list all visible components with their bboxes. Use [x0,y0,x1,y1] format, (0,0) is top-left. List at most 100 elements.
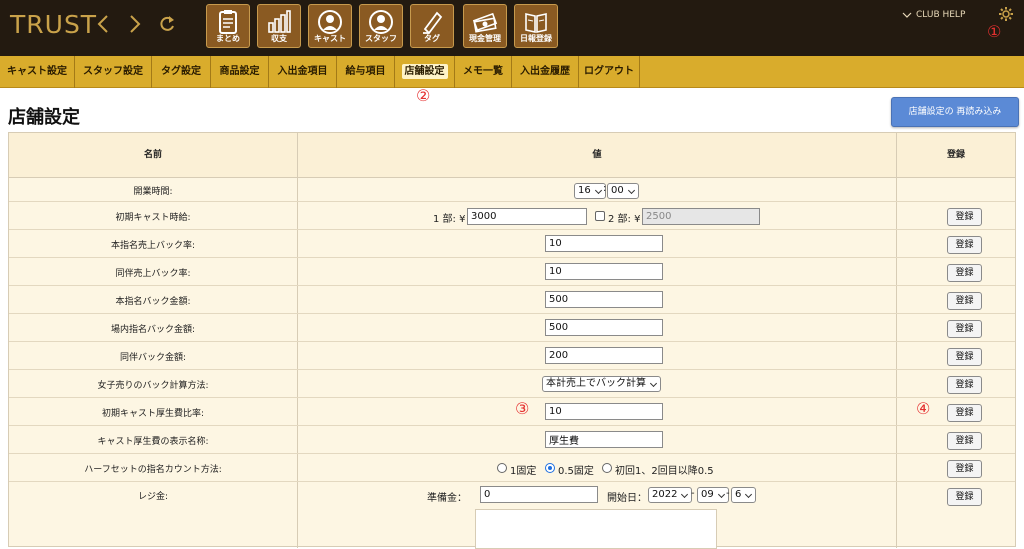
balance-label: 収支 [271,34,287,43]
register-button[interactable]: 登録 [947,348,982,366]
time-separator: : [603,183,607,194]
start-month-select[interactable]: 09 [697,487,729,503]
radio-first1-then-0-5[interactable] [602,463,612,473]
register-button[interactable]: 登録 [947,264,982,282]
part2-wage-input[interactable] [642,208,760,225]
table-row: 初期キャスト厚生費比率: 登録 [9,399,1015,426]
tab-salary-items[interactable]: 給与項目 [337,56,395,88]
pen-icon [411,9,453,35]
start-day-select[interactable]: 6 [731,487,757,503]
cash-management-label: 現金管理 [469,34,501,43]
summary-label: まとめ [216,34,240,43]
part1-wage-input[interactable] [467,208,587,225]
register-button[interactable]: 登録 [947,460,982,478]
staff-label: スタッフ [365,34,397,43]
register-button[interactable]: 登録 [947,208,982,226]
person-icon [309,9,351,35]
accompany-sales-back-rate-input[interactable] [545,263,663,280]
table-header: 名前 値 登録 [9,133,1015,178]
money-icon [464,9,506,35]
opening-minute-select[interactable]: 00 [607,183,639,199]
register-cash-note-area[interactable] [475,509,717,549]
radio-label: 0.5固定 [558,466,594,477]
register-button[interactable]: 登録 [947,236,982,254]
row-label: ハーフセットの指名カウント方法: [84,465,222,475]
opening-hour-select[interactable]: 16 [574,183,606,199]
table-row: 場内指名バック金額: 登録 [9,315,1015,342]
register-button[interactable]: 登録 [947,404,982,422]
part2-enable-checkbox[interactable] [595,211,605,221]
register-button[interactable]: 登録 [947,432,982,450]
table-row: 同伴バック金額: 登録 [9,343,1015,370]
table-row: 初期キャスト時給: 1 部: ¥ 2 部: ¥ 登録 [9,203,1015,230]
radio-label: 1固定 [510,466,537,477]
tab-cast-settings[interactable]: キャスト設定 [0,56,75,88]
header-register: 登録 [946,150,965,160]
daily-report-button[interactable]: 日報登録 [514,4,558,48]
balance-button[interactable]: 収支 [257,4,301,48]
header-value: 値 [592,150,602,160]
person-icon [360,9,402,35]
tab-cashflow-items[interactable]: 入出金項目 [269,56,337,88]
chevron-down-icon [902,12,912,18]
table-row: 女子売りのバック計算方法: 本計売上でバック計算 登録 [9,371,1015,398]
annotation-1: ① [987,22,1002,41]
start-year-select[interactable]: 2022 [648,487,693,503]
cast-button[interactable]: キャスト [308,4,352,48]
table-row: 本指名売上バック率: 登録 [9,231,1015,258]
tab-staff-settings[interactable]: スタッフ設定 [75,56,152,88]
row-label: 女子売りのバック計算方法: [97,381,209,391]
tab-logout[interactable]: ログアウト [579,56,640,88]
accompany-back-amount-input[interactable] [545,347,663,364]
tab-tag-settings[interactable]: タグ設定 [152,56,211,88]
row-label: 本指名売上バック率: [110,241,196,251]
annotation-4: ④ [916,399,931,418]
designation-sales-back-rate-input[interactable] [545,235,663,252]
staff-button[interactable]: スタッフ [359,4,403,48]
row-label: 本指名バック金額: [115,297,191,307]
row-label: 初期キャスト厚生費比率: [101,409,205,419]
row-label: 場内指名バック金額: [110,325,196,335]
forward-arrow-icon[interactable] [128,12,142,36]
header-name: 名前 [143,150,162,160]
radio-fixed-1[interactable] [497,463,507,473]
row-value: 16 : 00 [298,179,896,202]
app-logo: TRUST [10,10,98,39]
refresh-icon[interactable] [158,14,176,34]
tag-label: タグ [424,34,440,43]
table-row: 開業時間: 16 : 00 [9,179,1015,202]
date-separator: - [691,488,695,499]
tab-product-settings[interactable]: 商品設定 [211,56,269,88]
initial-cast-welfare-rate-input[interactable] [545,403,663,420]
annotation-3: ③ [515,399,530,418]
cash-management-button[interactable]: 現金管理 [463,4,507,48]
radio-label: 初回1、2回目以降0.5 [615,466,714,477]
row-label: レジ金: [137,492,169,502]
settings-table: 名前 値 登録 開業時間: 16 : 00 初期キャスト時給: 1 部: ¥ 2… [8,132,1016,548]
register-button[interactable]: 登録 [947,488,982,506]
reload-store-settings-button[interactable]: 店舗設定の 再読み込み [891,97,1019,127]
back-arrow-icon[interactable] [96,12,110,36]
tag-button[interactable]: タグ [410,4,454,48]
register-button[interactable]: 登録 [947,376,982,394]
cast-welfare-display-name-input[interactable] [545,431,663,448]
tab-store-settings[interactable]: 店舗設定 [395,56,455,88]
reserve-amount-input[interactable] [480,486,598,503]
book-icon [515,9,557,35]
club-help-label: CLUB HELP [916,10,966,20]
register-button[interactable]: 登録 [947,292,982,310]
tab-memo-list[interactable]: メモ一覧 [455,56,512,88]
row-label: 初期キャスト時給: [115,213,191,223]
bar-chart-icon [258,9,300,35]
club-help-link[interactable]: CLUB HELP [902,10,965,20]
table-row: 本指名バック金額: 登録 [9,287,1015,314]
register-button[interactable]: 登録 [947,320,982,338]
row-label: 同伴売上バック率: [115,269,191,279]
tab-cashflow-history[interactable]: 入出金履歴 [512,56,579,88]
girl-sales-back-method-select[interactable]: 本計売上でバック計算 [542,376,661,392]
in-store-designation-back-amount-input[interactable] [545,319,663,336]
summary-button[interactable]: まとめ [206,4,250,48]
radio-fixed-0-5[interactable] [545,463,555,473]
designation-back-amount-input[interactable] [545,291,663,308]
row-value: 1 部: ¥ 2 部: ¥ [298,203,896,230]
